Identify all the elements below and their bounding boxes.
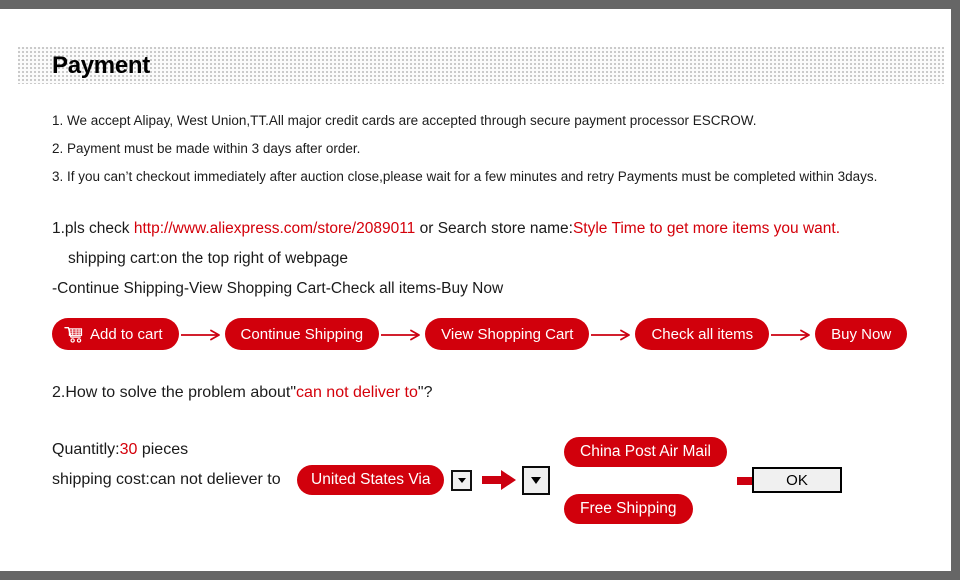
ok-button-label: OK xyxy=(786,471,808,489)
right-frame-bar xyxy=(951,0,960,580)
arrow-right-icon xyxy=(589,328,635,341)
country-select-pill[interactable]: United States Via xyxy=(297,465,445,495)
flow-text-summary: -Continue Shipping-View Shopping Cart-Ch… xyxy=(52,280,504,297)
quantity-line: Quantitly:30 pieces xyxy=(52,441,188,459)
flow-step-add-to-cart[interactable]: Add to cart xyxy=(52,318,179,350)
terms-item: 3. If you can’t checkout immediately aft… xyxy=(52,169,878,184)
terms-item: 1. We accept Alipay, West Union,TT.All m… xyxy=(52,113,757,128)
shipping-method-dropdown-button[interactable] xyxy=(522,466,550,495)
arrow-right-icon xyxy=(379,328,425,341)
quantity-unit: pieces xyxy=(137,441,189,458)
flow-step-buy-now[interactable]: Buy Now xyxy=(815,318,908,350)
question-suffix: "? xyxy=(417,384,433,401)
flow-step-label: Buy Now xyxy=(831,325,892,343)
flow-step-label: View Shopping Cart xyxy=(441,325,574,343)
shipping-cart-hint: shipping cart:on the top right of webpag… xyxy=(68,250,349,267)
flow-step-label: Check all items xyxy=(651,325,754,343)
flow-step-label: Add to cart xyxy=(90,325,163,343)
shipping-option-label: China Post Air Mail xyxy=(580,443,711,460)
store-url-link[interactable]: http://www.aliexpress.com/store/2089011 xyxy=(134,220,415,237)
chevron-down-icon xyxy=(457,478,466,483)
question-cannot-deliver: 2.How to solve the problem about"can not… xyxy=(52,384,432,402)
store-link-prefix: 1.pls check xyxy=(52,220,134,237)
payment-terms-list: 1. We accept Alipay, West Union,TT.All m… xyxy=(52,113,932,197)
block-arrow-right-icon xyxy=(482,468,516,492)
store-info-block: 1.pls check http://www.aliexpress.com/st… xyxy=(52,218,942,300)
section-header-payment: Payment xyxy=(18,47,944,84)
store-link-line: 1.pls check http://www.aliexpress.com/st… xyxy=(52,218,942,240)
chevron-down-icon xyxy=(531,477,541,484)
flow-step-view-shopping-cart[interactable]: View Shopping Cart xyxy=(425,318,590,350)
country-dropdown-button[interactable] xyxy=(451,470,472,491)
store-link-middle: or Search store name: xyxy=(415,220,573,237)
shipping-option-china-post[interactable]: China Post Air Mail xyxy=(564,437,727,467)
shipping-calculator-diagram: Quantitly:30 pieces shipping cost:can no… xyxy=(52,437,932,529)
shipping-cost-label: shipping cost:can not deliever to xyxy=(52,471,281,488)
flow-step-continue-shipping[interactable]: Continue Shipping xyxy=(224,318,380,350)
bottom-frame-bar xyxy=(0,571,960,580)
store-name-text: Style Time to get more items you want. xyxy=(572,220,841,237)
terms-item: 2. Payment must be made within 3 days af… xyxy=(52,141,361,156)
page-title: Payment xyxy=(52,51,150,79)
quantity-value: 30 xyxy=(119,441,138,458)
arrow-right-icon xyxy=(769,328,815,341)
arrow-right-icon xyxy=(179,328,225,341)
ok-button[interactable]: OK xyxy=(752,467,842,493)
flow-step-label: Continue Shipping xyxy=(240,325,364,343)
shipping-option-label: Free Shipping xyxy=(580,500,677,517)
question-prefix: 2.How to solve the problem about" xyxy=(52,384,297,401)
shopping-cart-icon xyxy=(64,326,83,343)
country-select-label: United States Via xyxy=(311,471,431,488)
quantity-label: Quantitly: xyxy=(52,441,120,458)
top-frame-bar xyxy=(0,0,960,9)
shipping-option-free-shipping[interactable]: Free Shipping xyxy=(564,494,693,524)
flow-step-check-all-items[interactable]: Check all items xyxy=(635,318,770,350)
question-highlight: can not deliver to xyxy=(296,384,418,401)
page-content: Payment 1. We accept Alipay, West Union,… xyxy=(0,9,951,571)
checkout-flow-diagram: Add to cart Continue Shipping View Shopp… xyxy=(52,318,908,350)
